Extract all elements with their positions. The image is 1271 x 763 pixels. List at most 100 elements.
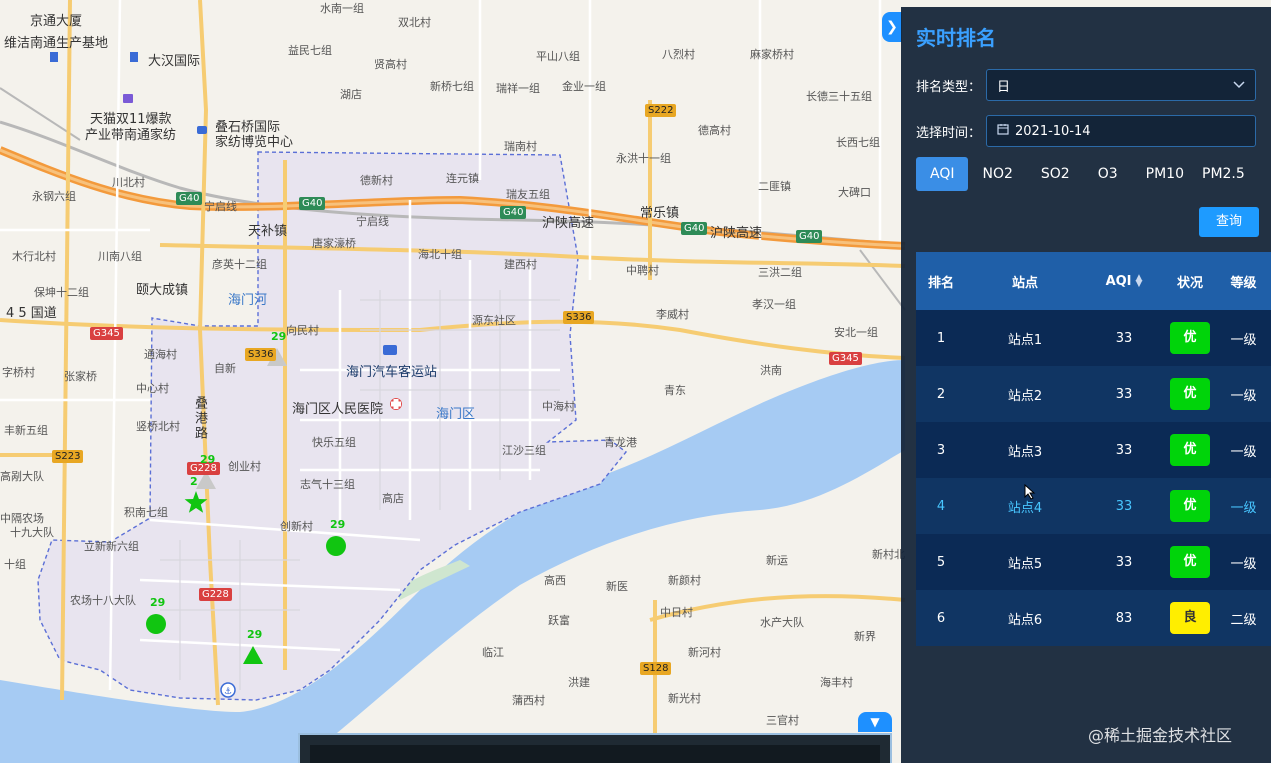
bottom-panel (298, 733, 892, 763)
map-place-label: 湖店 (340, 88, 362, 101)
cell-level: 一级 (1230, 332, 1257, 348)
map-place-label: 双北村 (398, 16, 431, 29)
road-shield: G40 (681, 222, 708, 235)
map-place-label: 颐大成镇 (136, 283, 189, 298)
chevron-down-icon (1233, 78, 1245, 93)
poi-shop-icon (123, 94, 133, 103)
map-place-label: 新光村 (668, 692, 701, 705)
map-place-label: 孝汉一组 (752, 298, 796, 311)
table-row[interactable]: 2 站点2 33 优 一级 (916, 366, 1271, 422)
cell-state: 优 (1164, 378, 1216, 410)
tab-no2[interactable]: NO2 (968, 157, 1026, 191)
map-place-label: 跃富 (548, 614, 570, 627)
map-place-label: 长西七组 (836, 136, 880, 149)
road-shield: G40 (796, 230, 823, 243)
date-picker-input[interactable]: 2021-10-14 (986, 115, 1256, 147)
rank-type-label: 排名类型： (916, 79, 982, 95)
station-marker-circle[interactable] (146, 614, 166, 634)
map-place-label: 安北一组 (834, 326, 878, 339)
cell-aqi: 33 (1115, 498, 1133, 514)
chevron-down-icon: ▼ (870, 715, 880, 729)
calendar-icon (997, 123, 1009, 139)
road-label-diegang: 叠港路 (192, 396, 207, 441)
tab-pm25[interactable]: PM2.5 (1198, 157, 1249, 191)
cell-state: 优 (1164, 434, 1216, 466)
rank-type-value: 日 (997, 79, 1011, 95)
table-row[interactable]: 6 站点6 83 良 二级 (916, 590, 1271, 646)
road-shield: S336 (245, 348, 277, 361)
map-place-label: 新运 (766, 554, 788, 567)
station-marker-value: 29 (150, 596, 166, 609)
table-row[interactable]: 1 站点1 33 优 一级 (916, 310, 1271, 366)
map-place-label: 海门区人民医院 (292, 402, 384, 417)
cell-level: 一级 (1230, 388, 1257, 404)
pollutant-tabs: AQI NO2 SO2 O3 PM10 PM2.5 (916, 157, 1249, 191)
watermark: @稀土掘金技术社区 (1088, 726, 1233, 745)
map-place-label: 八烈村 (662, 48, 695, 61)
tab-so2[interactable]: SO2 (1027, 157, 1084, 191)
map-place-label: 志气十三组 (300, 478, 355, 491)
header-aqi-sortable[interactable]: AQI ▲ ▼ (1084, 274, 1164, 289)
map-place-label: 十九大队 (10, 526, 54, 539)
road-shield: S223 (52, 450, 84, 463)
map-place-label: 新颜村 (668, 574, 701, 587)
tab-o3[interactable]: O3 (1084, 157, 1132, 191)
station-marker-value: 29 (247, 628, 263, 641)
map-place-label: 海丰村 (820, 676, 853, 689)
map-place-label: 沪陕高速 (542, 216, 595, 231)
rank-type-select[interactable]: 日 (986, 69, 1256, 101)
station-marker-value: 2 (190, 475, 198, 488)
map-place-label: 新医 (606, 580, 628, 593)
map-place-label: 立新新六组 (84, 540, 139, 553)
table-row[interactable]: 3 站点3 33 优 一级 (916, 422, 1271, 478)
map-place-label: 快乐五组 (312, 436, 356, 449)
header-rank: 排名 (927, 275, 954, 291)
map-place-label: 唐家濠桥 (312, 237, 356, 250)
road-shield: G345 (829, 352, 862, 365)
map-place-label: 江沙三组 (502, 444, 546, 457)
road-shield: G40 (500, 206, 527, 219)
status-badge: 优 (1170, 490, 1210, 522)
time-label: 选择时间： (916, 125, 982, 141)
station-marker-value: 29 (271, 330, 287, 343)
map-place-label: 新河村 (688, 646, 721, 659)
tab-pm10[interactable]: PM10 (1132, 157, 1198, 191)
map-place-label: 常乐镇 (640, 206, 680, 221)
rank-type-row: 排名类型： 日 (916, 69, 1256, 101)
tab-aqi[interactable]: AQI (916, 157, 969, 191)
map-place-label: 海门汽车客运站 (346, 365, 438, 380)
chevron-right-icon: ❯ (886, 19, 898, 35)
map-place-label: 洪南 (760, 364, 782, 377)
status-badge: 优 (1170, 434, 1210, 466)
query-button[interactable]: 查询 (1199, 207, 1259, 237)
map-place-label: 水产大队 (760, 616, 804, 629)
station-marker-circle[interactable] (326, 536, 346, 556)
map-place-label: 青龙港 (604, 436, 637, 449)
map-place-label: 李威村 (656, 308, 689, 321)
map-place-label: 4 5 国道 (6, 306, 57, 321)
header-state: 状况 (1176, 275, 1203, 291)
map-place-label: 中日村 (660, 606, 693, 619)
map-place-label: 源东社区 (472, 314, 516, 327)
table-row[interactable]: 4 站点4 33 优一级 (916, 478, 1271, 534)
ranking-table: 排名 站点 AQI ▲ ▼ 状况 等级 1 站点1 33 优一级 2 站点2 33 优一级 3 站点3… (916, 252, 1271, 646)
map-place-label: 十组 (4, 558, 26, 571)
map-place-label: 贤高村 (374, 58, 407, 71)
time-row: 选择时间： 2021-10-14 (916, 115, 1256, 147)
cell-rank: 5 (936, 554, 946, 570)
road-shield: G40 (176, 192, 203, 205)
map-place-label: 平山八组 (536, 50, 580, 63)
map-place-label: 瑞友五组 (506, 188, 550, 201)
table-row[interactable]: 5 站点5 33 优 一级 (916, 534, 1271, 590)
port-anchor-icon: ⚓ (220, 682, 236, 698)
sort-icon[interactable]: ▲ ▼ (1136, 274, 1143, 289)
header-site: 站点 (1011, 275, 1038, 291)
road-shield: S128 (640, 662, 672, 675)
map-place-label: 洪建 (568, 676, 590, 689)
bottom-panel-toggle[interactable]: ▼ (858, 712, 892, 732)
cell-state: 优 (1164, 490, 1216, 522)
panel-collapse-button[interactable]: ❯ (882, 12, 902, 42)
map-place-label: 大汉国际 (148, 54, 201, 69)
cell-aqi: 33 (1115, 330, 1133, 346)
map-place-label: 三洪二组 (758, 266, 802, 279)
